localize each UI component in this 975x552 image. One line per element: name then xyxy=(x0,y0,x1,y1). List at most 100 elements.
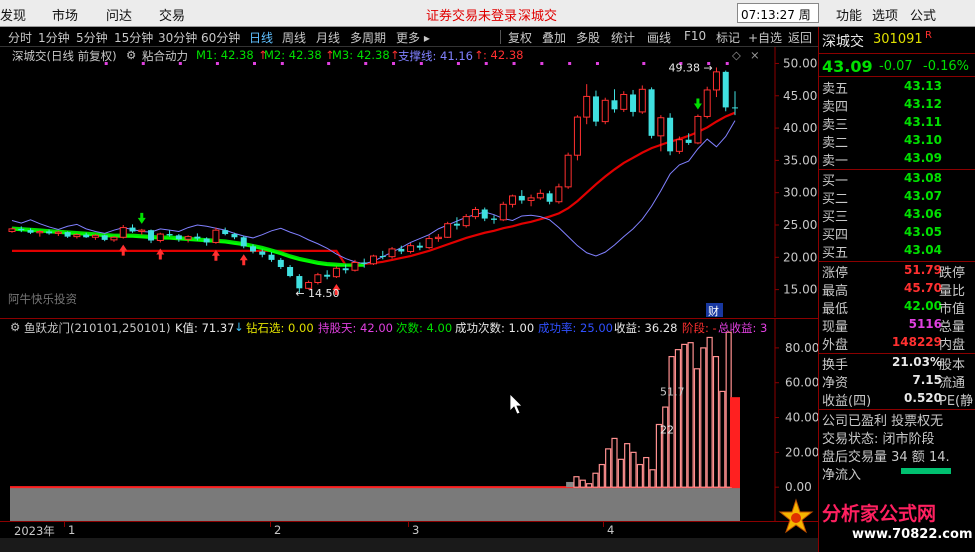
candle-up xyxy=(54,231,62,234)
candle-down xyxy=(342,268,349,271)
price-axis-label: 50.00 xyxy=(783,56,817,70)
period-tab-60min[interactable]: 60分钟 xyxy=(201,29,240,46)
indicator-bar xyxy=(605,448,612,488)
ask-row[interactable]: 卖三 43.11 xyxy=(819,114,975,133)
indicator-bar xyxy=(624,443,631,488)
bid-label: 买五 xyxy=(822,246,849,261)
menu-item-market[interactable]: 市场 xyxy=(52,5,78,24)
indicator-bar xyxy=(649,469,656,488)
menu-item-function[interactable]: 功能 xyxy=(836,5,862,24)
indicator-name[interactable]: 粘合动力 xyxy=(142,48,188,64)
signal-dot xyxy=(512,62,516,65)
action-back-button[interactable]: 返回 xyxy=(788,29,812,46)
indicator-value-bottom: 22 xyxy=(660,424,674,437)
indicator-canvas[interactable]: 0.0020.0040.0060.0080.0051.722 xyxy=(0,319,818,522)
ask-row[interactable]: 卖四 43.12 xyxy=(819,96,975,115)
diamond-icon[interactable]: ◇ xyxy=(732,48,741,62)
candle-up xyxy=(462,216,470,227)
clock: 07:13:27 周三 xyxy=(737,3,819,39)
bid-row[interactable]: 买三 43.06 xyxy=(819,206,975,225)
price-axis-label: 45.00 xyxy=(783,89,817,103)
bid-row[interactable]: 买四 43.05 xyxy=(819,224,975,243)
horizontal-scrollbar[interactable] xyxy=(0,538,818,552)
note-row: 交易状态: 闭市阶段 xyxy=(819,428,975,447)
action-add-watch-button[interactable]: +自选 xyxy=(748,29,782,46)
stat-label-2: 总量 xyxy=(939,320,966,335)
kline-chart-canvas[interactable]: 15.00 20.00 25.00 30.00 35.00 40.00 45.00 50.00… xyxy=(0,47,818,317)
success-count: 成功次数: 1.00 xyxy=(455,321,535,335)
indicator-settings-icon[interactable]: ⚙ xyxy=(10,320,20,334)
period-tab-timeshare[interactable]: 分时 xyxy=(8,29,32,46)
indicator-bar xyxy=(579,479,586,488)
menu-item-discover[interactable]: 发现 xyxy=(0,5,26,24)
candle-down xyxy=(592,96,599,122)
candle-up xyxy=(110,236,118,241)
period-tab-multi[interactable]: 多周期 xyxy=(350,29,386,46)
stat-row: 最低 42.00 市值 xyxy=(819,298,975,317)
period-tab-30min[interactable]: 30分钟 xyxy=(158,29,197,46)
stat-row: 最高 45.70 量比 xyxy=(819,280,975,299)
candle-up xyxy=(8,228,16,232)
indicator-pane-name[interactable]: 鱼跃龙门(210101,250101) xyxy=(24,320,170,336)
ask-row[interactable]: 卖二 43.10 xyxy=(819,132,975,151)
candle-down xyxy=(166,234,173,236)
trade-login-warning[interactable]: 证券交易未登录 xyxy=(426,5,517,24)
candle-up xyxy=(694,115,702,144)
period-tab-daily[interactable]: 日线 xyxy=(249,29,273,46)
stat-label-2: 内盘 xyxy=(939,338,966,353)
period-tab-5min[interactable]: 5分钟 xyxy=(76,29,108,46)
stat-label-2: PE(静 xyxy=(939,394,974,409)
menu-item-formula[interactable]: 公式 xyxy=(910,5,936,24)
stat-label: 现量 xyxy=(822,320,849,335)
action-multi-stock-button[interactable]: 多股 xyxy=(576,29,600,46)
total-profit: 总收益: 3 xyxy=(718,321,768,335)
action-adjust-button[interactable]: 复权 xyxy=(508,29,532,46)
bid-label: 买四 xyxy=(822,228,849,243)
candle-down xyxy=(361,262,368,264)
candle-down xyxy=(101,235,108,240)
candle-down xyxy=(231,234,238,238)
candle-up xyxy=(509,195,517,205)
bid-row[interactable]: 买一 43.08 xyxy=(819,170,975,189)
action-f10-button[interactable]: F10 xyxy=(684,29,706,43)
menu-item-trade[interactable]: 交易 xyxy=(159,5,185,24)
indicator-axis-label: 60.00 xyxy=(785,376,818,390)
period-tab-weekly[interactable]: 周线 xyxy=(282,29,306,46)
action-draw-button[interactable]: 画线 xyxy=(647,29,671,46)
bid-row[interactable]: 买二 43.07 xyxy=(819,188,975,207)
period-tab-15min[interactable]: 15分钟 xyxy=(114,29,153,46)
time-tick xyxy=(64,522,65,527)
header-stock-name: 深城交 xyxy=(518,9,558,24)
candle-up xyxy=(91,234,99,238)
indicator-pane[interactable]: 0.00 20.00 40.00 60.00 80.00 51.7 22 ⚙ 鱼跃龙门(21… xyxy=(0,318,818,522)
cai-badge-label: 财 xyxy=(708,304,719,317)
chart-close-icon[interactable]: × xyxy=(750,48,760,62)
ask-row[interactable]: 卖五 43.13 xyxy=(819,78,975,97)
logo-url: www.70822.com xyxy=(852,527,973,542)
candle-down xyxy=(667,117,674,152)
period-tab-more[interactable]: 更多 ▸ xyxy=(396,29,430,46)
candle-up xyxy=(620,93,628,110)
action-mark-button[interactable]: 标记 xyxy=(716,29,740,46)
period-tab-monthly[interactable]: 月线 xyxy=(316,29,340,46)
kline-chart[interactable]: 15.00 20.00 25.00 30.00 35.00 40.00 45.00 50.00… xyxy=(0,47,818,317)
candle-up xyxy=(370,255,377,265)
period-tab-1min[interactable]: 1分钟 xyxy=(38,29,70,46)
indicator-bar xyxy=(598,463,605,488)
quote-stock-code: 301091 xyxy=(873,32,923,47)
menu-item-options[interactable]: 选项 xyxy=(872,5,898,24)
ask-row[interactable]: 卖一 43.09 xyxy=(819,150,975,169)
chart-settings-icon[interactable]: ⚙ xyxy=(126,48,136,62)
ask-label: 卖二 xyxy=(822,136,849,151)
stat-label: 涨停 xyxy=(822,266,849,281)
candle-down xyxy=(546,193,553,202)
stat-value: 42.00 xyxy=(904,299,942,313)
indicator-bar xyxy=(668,355,675,488)
time-label-jan: 1 xyxy=(68,523,76,537)
bid-row[interactable]: 买五 43.04 xyxy=(819,242,975,261)
candle-down xyxy=(732,107,738,109)
stat-label: 换手 xyxy=(822,358,849,373)
action-overlay-button[interactable]: 叠加 xyxy=(542,29,566,46)
action-stats-button[interactable]: 统计 xyxy=(611,29,635,46)
menu-item-ask[interactable]: 问达 xyxy=(106,5,132,24)
